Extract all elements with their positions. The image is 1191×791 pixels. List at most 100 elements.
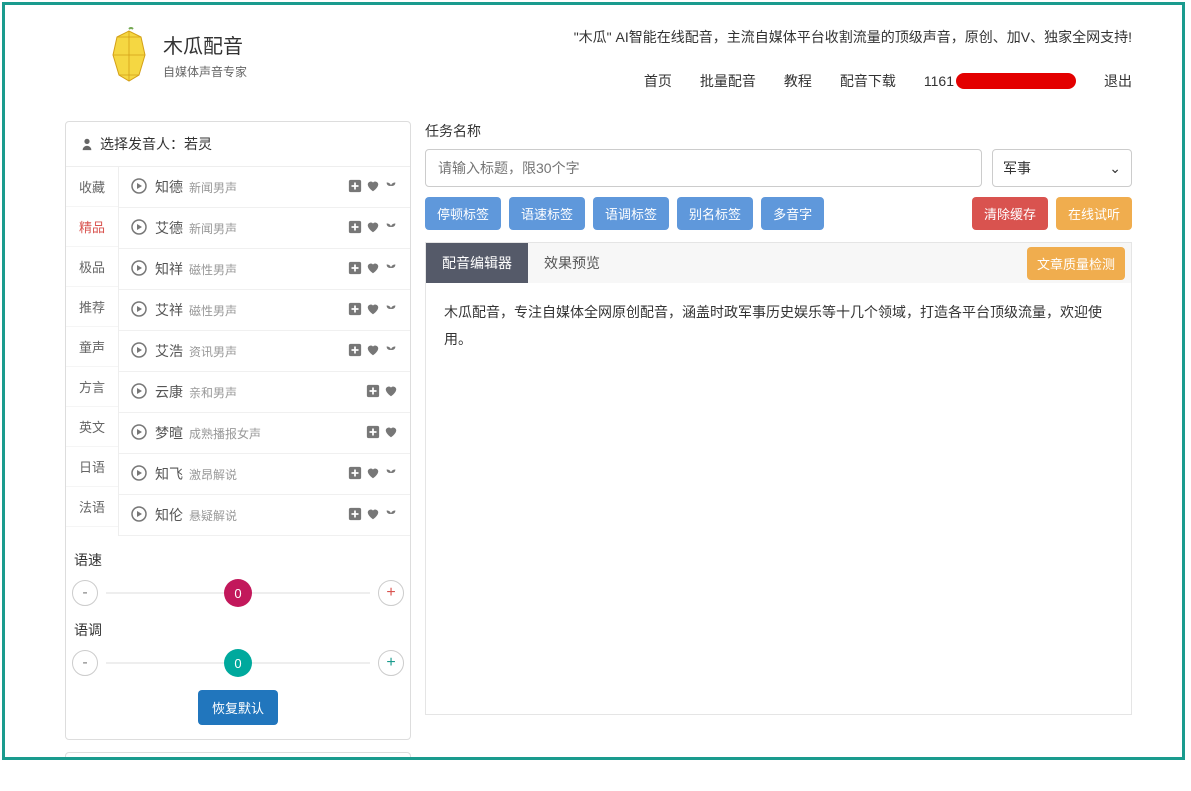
add-icon[interactable]	[348, 507, 362, 524]
add-icon[interactable]	[366, 425, 380, 442]
heart-icon[interactable]	[366, 302, 380, 319]
play-icon[interactable]	[131, 465, 147, 484]
voice-name: 梦暄	[155, 423, 183, 443]
voice-list: 知德新闻男声艾德新闻男声知祥磁性男声艾祥磁性男声艾浩资讯男声云康亲和男声梦暄成熟…	[118, 167, 410, 536]
heart-icon[interactable]	[366, 343, 380, 360]
play-icon[interactable]	[131, 424, 147, 443]
heart-icon[interactable]	[384, 425, 398, 442]
tagline: "木瓜" AI智能在线配音，主流自媒体平台收割流量的顶级声音，原创、加V、独家全…	[574, 27, 1132, 47]
nav-logout[interactable]: 退出	[1104, 71, 1132, 91]
tab-preview[interactable]: 效果预览	[528, 243, 616, 283]
category-item[interactable]: 日语	[66, 447, 118, 487]
category-item[interactable]: 法语	[66, 487, 118, 527]
logo-block: 木瓜配音 自媒体声音专家	[105, 27, 247, 83]
pitch-slider-track[interactable]: 0	[106, 662, 370, 664]
heart-icon[interactable]	[366, 220, 380, 237]
add-icon[interactable]	[366, 384, 380, 401]
nav-batch[interactable]: 批量配音	[700, 71, 756, 91]
voice-name: 艾祥	[155, 300, 183, 320]
speed-slider-knob[interactable]: 0	[224, 579, 252, 607]
add-icon[interactable]	[348, 466, 362, 483]
play-icon[interactable]	[131, 260, 147, 279]
clear-cache-button[interactable]: 清除缓存	[972, 197, 1048, 230]
category-item[interactable]: 极品	[66, 247, 118, 287]
voice-item: 艾德新闻男声	[119, 208, 410, 249]
voice-item: 艾祥磁性男声	[119, 290, 410, 331]
add-icon[interactable]	[348, 302, 362, 319]
heart-icon[interactable]	[366, 507, 380, 524]
category-select[interactable]: 军事 ⌄	[992, 149, 1132, 187]
speed-label: 语速	[66, 550, 410, 570]
voice-desc: 新闻男声	[189, 179, 237, 196]
editor-tabs: 配音编辑器 效果预览 文章质量检测	[425, 242, 1132, 283]
person-icon	[80, 137, 94, 151]
title-input[interactable]	[425, 149, 982, 187]
voice-desc: 新闻男声	[189, 220, 237, 237]
synth-options-row[interactable]: 合成选项	[65, 752, 411, 760]
add-icon[interactable]	[348, 261, 362, 278]
reset-defaults-button[interactable]: 恢复默认	[198, 690, 278, 725]
pitch-slider-knob[interactable]: 0	[224, 649, 252, 677]
sprout-icon[interactable]	[384, 220, 398, 237]
sprout-icon[interactable]	[384, 302, 398, 319]
sprout-icon[interactable]	[384, 466, 398, 483]
add-icon[interactable]	[348, 343, 362, 360]
play-icon[interactable]	[131, 219, 147, 238]
task-name-label: 任务名称	[425, 121, 1132, 141]
voice-item: 知祥磁性男声	[119, 249, 410, 290]
play-icon[interactable]	[131, 383, 147, 402]
category-item[interactable]: 童声	[66, 327, 118, 367]
speed-tag-button[interactable]: 语速标签	[509, 197, 585, 230]
quality-check-button[interactable]: 文章质量检测	[1027, 247, 1125, 280]
category-item[interactable]: 推荐	[66, 287, 118, 327]
heart-icon[interactable]	[366, 466, 380, 483]
alias-tag-button[interactable]: 别名标签	[677, 197, 753, 230]
sprout-icon[interactable]	[384, 343, 398, 360]
add-icon[interactable]	[348, 220, 362, 237]
speed-slider-track[interactable]: 0	[106, 592, 370, 594]
voice-name: 知飞	[155, 464, 183, 484]
play-icon[interactable]	[131, 301, 147, 320]
category-list: 收藏精品极品推荐童声方言英文日语法语	[66, 167, 118, 536]
speed-minus-button[interactable]: -	[72, 580, 98, 606]
pitch-tag-button[interactable]: 语调标签	[593, 197, 669, 230]
polyphone-button[interactable]: 多音字	[761, 197, 824, 230]
heart-icon[interactable]	[366, 261, 380, 278]
voice-desc: 成熟播报女声	[189, 425, 261, 442]
speaker-header: 选择发音人：若灵	[66, 122, 410, 167]
nav-tutorial[interactable]: 教程	[784, 71, 812, 91]
heart-icon[interactable]	[384, 384, 398, 401]
voice-name: 知祥	[155, 259, 183, 279]
preview-online-button[interactable]: 在线试听	[1056, 197, 1132, 230]
voice-item: 云康亲和男声	[119, 372, 410, 413]
nav-download[interactable]: 配音下载	[840, 71, 896, 91]
voice-name: 艾浩	[155, 341, 183, 361]
play-icon[interactable]	[131, 342, 147, 361]
add-icon[interactable]	[348, 179, 362, 196]
voice-name: 艾德	[155, 218, 183, 238]
pause-tag-button[interactable]: 停顿标签	[425, 197, 501, 230]
play-icon[interactable]	[131, 506, 147, 525]
pitch-minus-button[interactable]: -	[72, 650, 98, 676]
speed-plus-button[interactable]: +	[378, 580, 404, 606]
editor-content[interactable]: 木瓜配音，专注自媒体全网原创配音，涵盖时政军事历史娱乐等十几个领域，打造各平台顶…	[425, 283, 1132, 715]
pitch-plus-button[interactable]: +	[378, 650, 404, 676]
tab-editor[interactable]: 配音编辑器	[426, 243, 528, 283]
category-item[interactable]: 收藏	[66, 167, 118, 207]
top-nav: 首页 批量配音 教程 配音下载 1161 退出	[574, 71, 1132, 91]
sprout-icon[interactable]	[384, 261, 398, 278]
heart-icon[interactable]	[366, 179, 380, 196]
sprout-icon[interactable]	[384, 507, 398, 524]
voice-name: 云康	[155, 382, 183, 402]
category-item[interactable]: 方言	[66, 367, 118, 407]
category-item[interactable]: 精品	[66, 207, 118, 247]
nav-user[interactable]: 1161	[924, 73, 1076, 89]
sprout-icon[interactable]	[384, 179, 398, 196]
voice-item: 梦暄成熟播报女声	[119, 413, 410, 454]
voice-desc: 亲和男声	[189, 384, 237, 401]
nav-home[interactable]: 首页	[644, 71, 672, 91]
play-icon[interactable]	[131, 178, 147, 197]
voice-desc: 磁性男声	[189, 261, 237, 278]
pitch-label: 语调	[66, 620, 410, 640]
category-item[interactable]: 英文	[66, 407, 118, 447]
